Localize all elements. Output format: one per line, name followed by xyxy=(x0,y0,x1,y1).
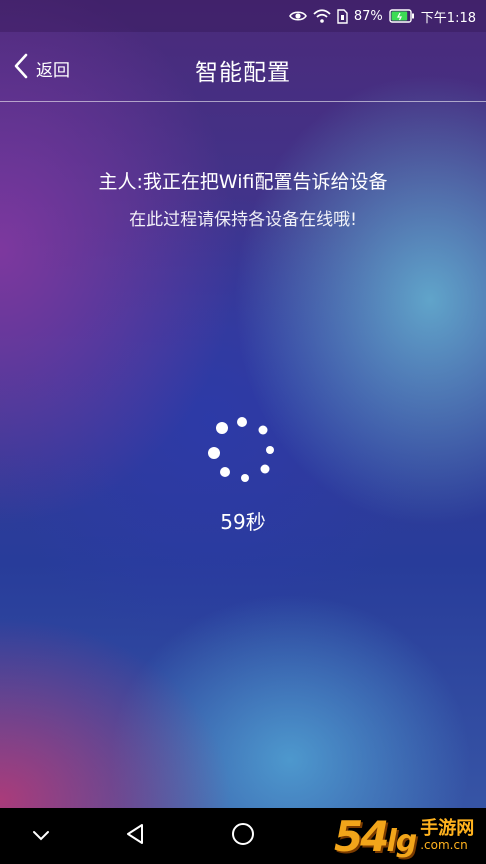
battery-icon xyxy=(389,9,415,23)
keep-online-hint: 在此过程请保持各设备在线哦! xyxy=(129,210,357,230)
nav-back-button[interactable] xyxy=(110,808,160,864)
site-watermark: 54lg 手游网 .com.cn xyxy=(334,808,486,864)
nav-collapse-button[interactable] xyxy=(16,808,66,864)
status-bar: 87% 下午1:18 xyxy=(0,0,486,32)
watermark-domain: .com.cn xyxy=(420,838,468,853)
chevron-down-icon xyxy=(31,827,51,846)
config-message: 主人:我正在把Wifi配置告诉给设备 xyxy=(98,171,388,193)
sim-icon xyxy=(337,8,348,24)
status-icons: 87% 下午1:18 xyxy=(288,0,476,32)
nav-home-button[interactable] xyxy=(218,808,268,864)
loading-spinner xyxy=(202,412,282,492)
screen: 87% 下午1:18 返回 智能配置 主人:我正在把Wifi配置告诉给设备 在此… xyxy=(0,0,486,864)
header-divider xyxy=(0,101,486,102)
status-time: 下午1:18 xyxy=(420,10,476,26)
watermark-text: 手游网 .com.cn xyxy=(420,818,475,853)
battery-percent: 87% xyxy=(353,8,383,24)
countdown-timer: 59秒 xyxy=(220,510,266,534)
watermark-cn: 手游网 xyxy=(420,818,475,840)
home-circle-icon xyxy=(230,821,256,851)
back-triangle-icon xyxy=(124,822,146,850)
watermark-number: 54lg xyxy=(334,811,417,861)
wifi-icon xyxy=(313,8,331,24)
eye-icon xyxy=(288,9,307,23)
page-title: 智能配置 xyxy=(195,60,291,86)
